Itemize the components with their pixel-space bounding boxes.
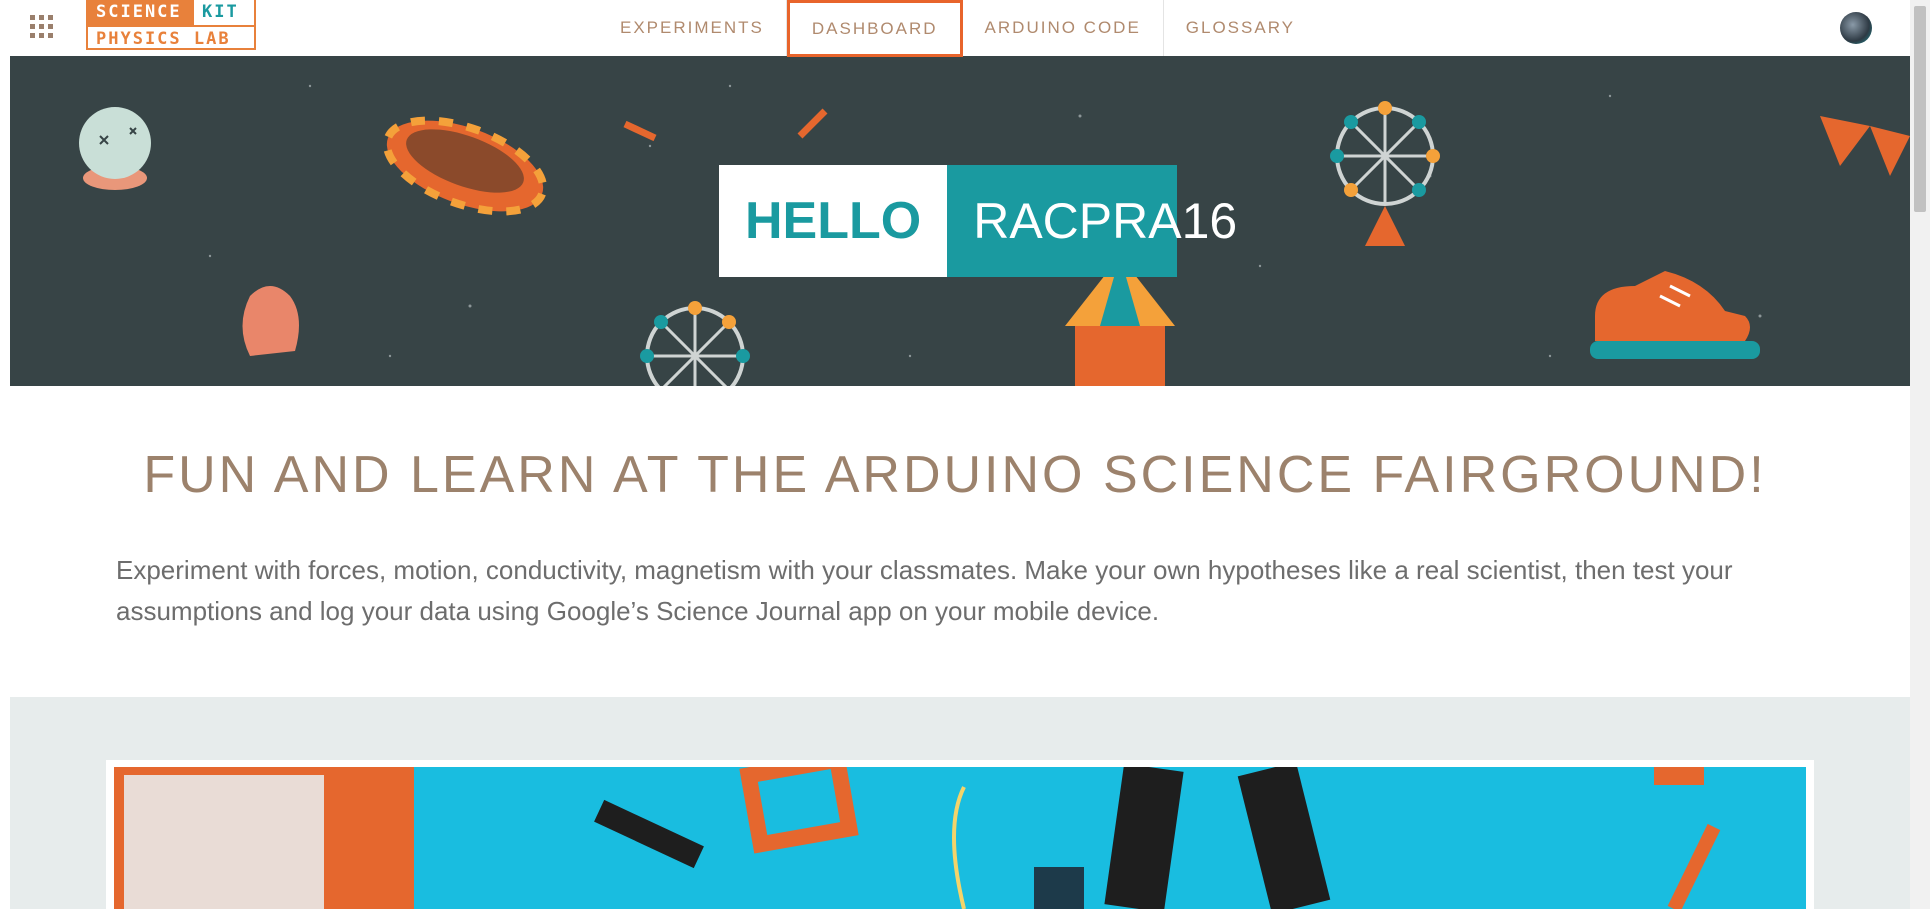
greeting-hello: HELLO bbox=[719, 165, 948, 277]
intro-paragraph: Experiment with forces, motion, conducti… bbox=[116, 555, 1733, 626]
nav-glossary[interactable]: GLOSSARY bbox=[1164, 0, 1317, 56]
nav-arduino-code[interactable]: ARDUINO CODE bbox=[963, 0, 1164, 56]
greeting-username: RACPRA16 bbox=[947, 165, 1237, 277]
page-scrollbar[interactable] bbox=[1910, 0, 1930, 909]
greeting-banner: HELLO RACPRA16 bbox=[719, 165, 1237, 277]
top-navigation-bar: SCIENCE KIT PHYSICS LAB EXPERIMENTS DASH… bbox=[0, 0, 1910, 57]
main-nav: EXPERIMENTS DASHBOARD ARDUINO CODE GLOSS… bbox=[598, 0, 1317, 57]
scrollbar-thumb[interactable] bbox=[1914, 6, 1926, 212]
bunting-illustration bbox=[1820, 116, 1910, 176]
page-headline: FUN AND LEARN AT THE ARDUINO SCIENCE FAI… bbox=[143, 446, 1767, 504]
logo-science-text: SCIENCE bbox=[88, 0, 194, 25]
user-avatar-icon[interactable] bbox=[1840, 12, 1872, 44]
sneaker-illustration bbox=[1590, 271, 1760, 359]
logo-kit-text: KIT bbox=[202, 2, 239, 22]
rock-illustration bbox=[242, 286, 299, 356]
stick-illustration bbox=[623, 108, 828, 142]
hero-banner: HELLO RACPRA16 bbox=[10, 56, 1910, 386]
kit-contents-photo bbox=[114, 767, 1806, 909]
logo-physics-lab-text: PHYSICS LAB bbox=[88, 25, 254, 51]
crystal-ball-illustration bbox=[79, 107, 151, 190]
nav-experiments[interactable]: EXPERIMENTS bbox=[598, 0, 787, 56]
ferris-wheel-top-illustration bbox=[1330, 101, 1440, 246]
pie-illustration bbox=[382, 116, 548, 216]
apps-grid-icon[interactable] bbox=[30, 15, 54, 39]
ferris-wheel-illustration bbox=[640, 301, 750, 386]
kit-contents-illustration bbox=[114, 767, 1721, 909]
science-kit-logo[interactable]: SCIENCE KIT PHYSICS LAB bbox=[86, 0, 256, 50]
nav-dashboard[interactable]: DASHBOARD bbox=[786, 0, 963, 57]
